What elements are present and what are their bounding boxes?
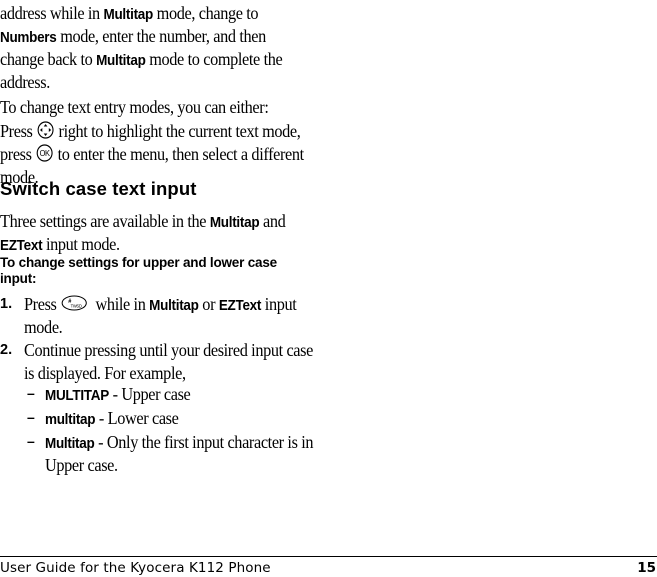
step-number-2: 2. [0,342,13,358]
text: press [0,144,32,164]
text: right to highlight the current text mode… [58,121,301,141]
bullet-dash: – [27,433,35,449]
example-item-sentence-case: Multitap - Only the first input characte… [45,431,314,456]
section-desc-line-1: Three settings are available in the Mult… [0,210,286,235]
text: mode, change to [152,3,259,23]
intro-line-3: change back to Multitap mode to complete… [0,48,283,73]
change-modes-line-1: Press right to highlight the current text… [0,120,301,145]
text: mode, enter the number, and then [56,26,266,46]
manual-page: address while in Multitap mode, change t… [0,0,657,577]
example-item-lowercase: multitap - Lower case [45,407,179,432]
text: - Upper case [108,384,191,404]
example-item-sentence-case-line-2: Upper case. [45,455,118,475]
text: input [261,294,297,314]
footer-title: User Guide for the Kyocera K112 Phone [0,560,271,576]
text: change back to [0,49,97,69]
step-1-line-2: mode. [24,317,63,337]
text: to enter the menu, then select a differe… [57,144,305,164]
intro-line-2: Numbers mode, enter the number, and then [0,25,266,50]
step-2-line-2: is displayed. For example, [24,363,186,383]
mode-label-sentence-case: Multitap [45,436,95,452]
pound-shift-key-icon: # TWSD [61,294,87,317]
bullet-dash: – [27,385,35,401]
text: and [259,211,286,231]
text: - Lower case [95,408,179,428]
procedure-title-line-1: To change settings for upper and lower c… [0,255,277,270]
step-2-line-1: Continue pressing until your desired inp… [24,340,313,360]
intro-line-1: address while in Multitap mode, change t… [0,2,259,27]
example-item-uppercase: MULTITAP - Upper case [45,383,191,408]
text: Press [0,121,33,141]
mode-name-multitap: Multitap [149,298,199,314]
mode-name-numbers: Numbers [0,30,57,46]
change-modes-lead: To change text entry modes, you can eith… [0,97,269,117]
footer-divider [0,556,657,557]
page-number: 15 [637,560,656,576]
change-modes-line-2: press OK to enter the menu, then select a … [0,143,304,168]
mode-name-multitap: Multitap [209,215,260,231]
ok-key-icon: OK [36,144,53,168]
text: while in [91,294,150,314]
mode-name-eztext: EZText [218,298,262,314]
step-1-line-1: Press # TWSD while in Multitap or EZText i… [24,293,297,318]
text: mode to complete the [145,49,283,69]
mode-name-multitap: Multitap [96,53,146,69]
mode-label-uppercase: MULTITAP [45,388,109,404]
text: or [198,294,219,314]
section-title: Switch case text input [0,178,197,199]
text: Press [24,294,57,314]
svg-text:TWSD: TWSD [71,304,82,309]
ok-label: OK [40,149,51,158]
bullet-dash: – [27,409,35,425]
mode-name-multitap: Multitap [103,7,154,23]
procedure-title-line-2: input: [0,271,37,286]
intro-line-4: address. [0,72,50,92]
text: input mode. [42,234,120,254]
navigation-key-icon [37,121,54,145]
step-number-1: 1. [0,296,13,312]
text: - Only the first input character is in [94,432,314,452]
mode-name-eztext: EZText [0,238,43,254]
mode-label-lowercase: multitap [45,412,96,428]
text: address while in [0,3,104,23]
text: Three settings are available in the [0,211,210,231]
